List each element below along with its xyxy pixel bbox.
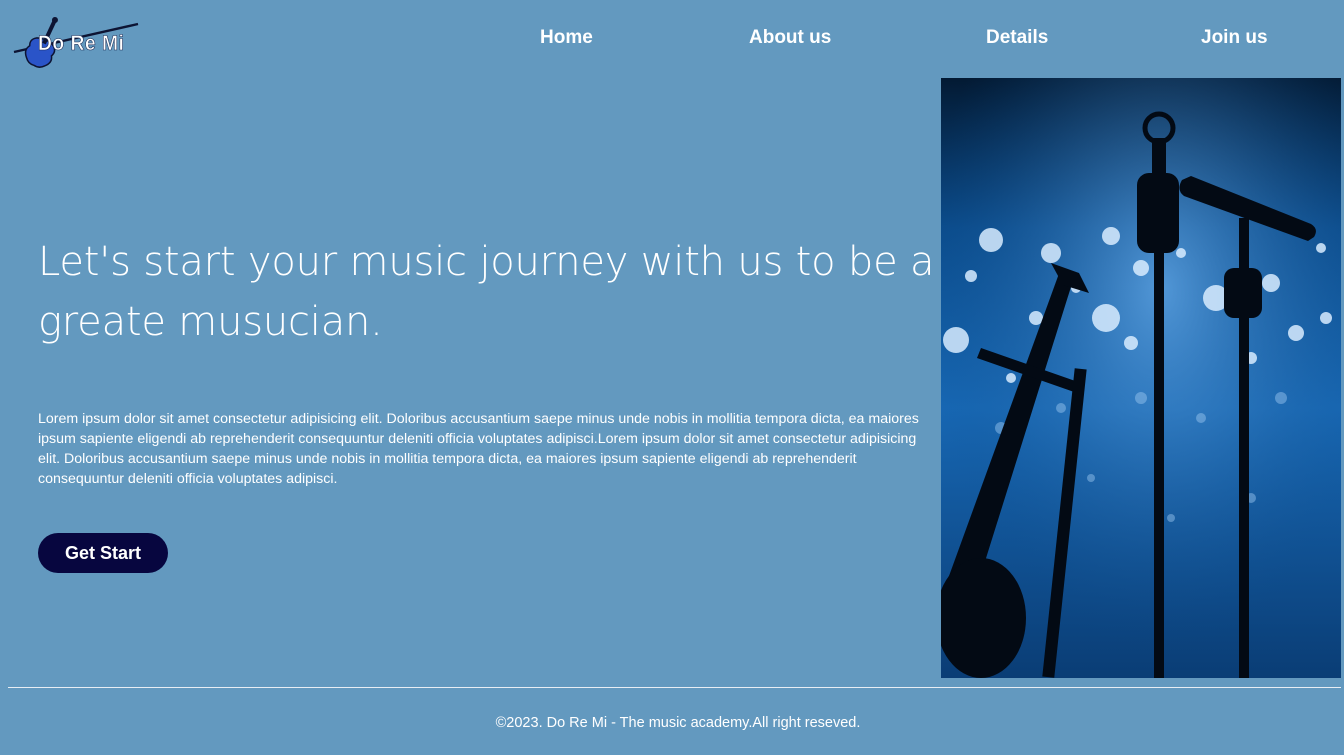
- footer-copyright: ©2023. Do Re Mi - The music academy.All …: [495, 715, 861, 731]
- nav-link-details[interactable]: Details: [986, 27, 1048, 49]
- page: Do Re Mi Home About us Details Join us L…: [0, 0, 1344, 755]
- nav-link-join-us[interactable]: Join us: [1201, 27, 1268, 49]
- footer-divider: [8, 687, 1341, 688]
- hero-headline: Let's start your music journey with us t…: [38, 239, 935, 345]
- brand-logo[interactable]: Do Re Mi: [10, 10, 144, 76]
- concert-stage-image: [941, 78, 1341, 678]
- nav-link-home[interactable]: Home: [540, 27, 593, 49]
- get-start-button[interactable]: Get Start: [38, 533, 168, 573]
- nav-link-about-us[interactable]: About us: [749, 27, 831, 49]
- brand-name: Do Re Mi: [38, 32, 125, 56]
- hero-description: Lorem ipsum dolor sit amet consectetur a…: [38, 411, 919, 487]
